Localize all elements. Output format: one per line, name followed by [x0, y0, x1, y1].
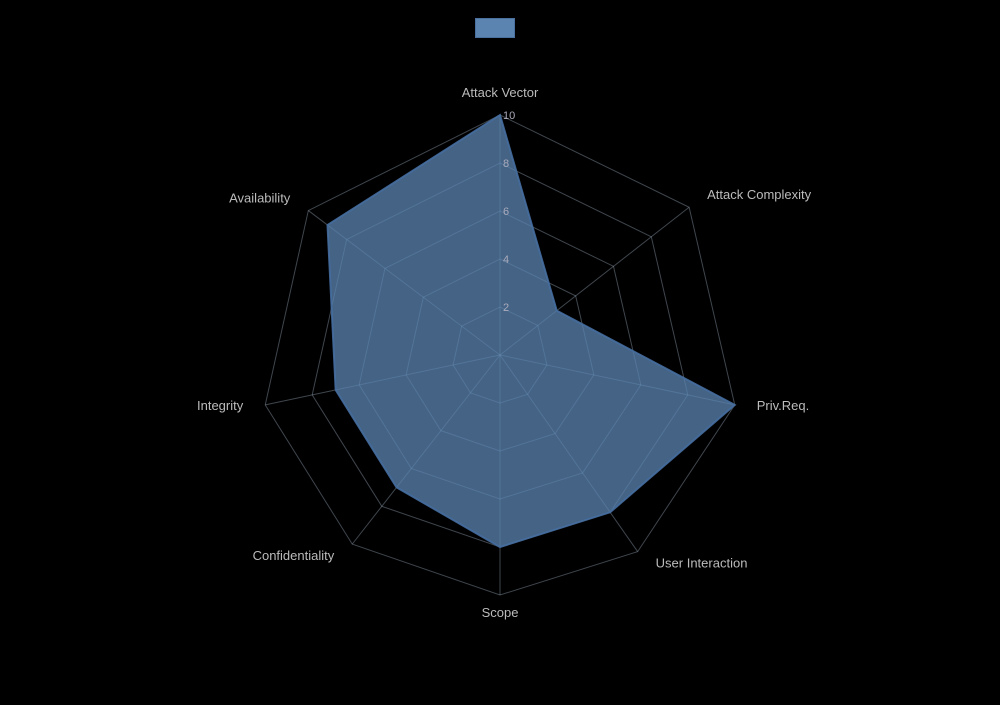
- svg-text:Attack Vector: Attack Vector: [462, 85, 539, 100]
- legend-color-box: [475, 18, 515, 38]
- svg-text:User Interaction: User Interaction: [656, 556, 748, 571]
- svg-text:2: 2: [503, 302, 509, 314]
- svg-text:Integrity: Integrity: [197, 398, 244, 413]
- chart-container: 2 4 6 8 10 Attack Vector Attack Complexity Priv…: [0, 0, 1000, 700]
- svg-text:Priv.Req.: Priv.Req.: [757, 398, 810, 413]
- svg-text:10: 10: [503, 110, 515, 122]
- svg-text:8: 8: [503, 158, 509, 170]
- svg-text:Scope: Scope: [482, 605, 519, 620]
- svg-text:Confidentiality: Confidentiality: [253, 548, 335, 563]
- svg-text:Availability: Availability: [229, 191, 291, 206]
- svg-text:Attack Complexity: Attack Complexity: [707, 187, 812, 202]
- legend: [475, 18, 525, 38]
- svg-text:4: 4: [503, 254, 509, 266]
- svg-text:6: 6: [503, 206, 509, 218]
- radar-chart-svg: 2 4 6 8 10 Attack Vector Attack Complexity Priv…: [0, 0, 1000, 700]
